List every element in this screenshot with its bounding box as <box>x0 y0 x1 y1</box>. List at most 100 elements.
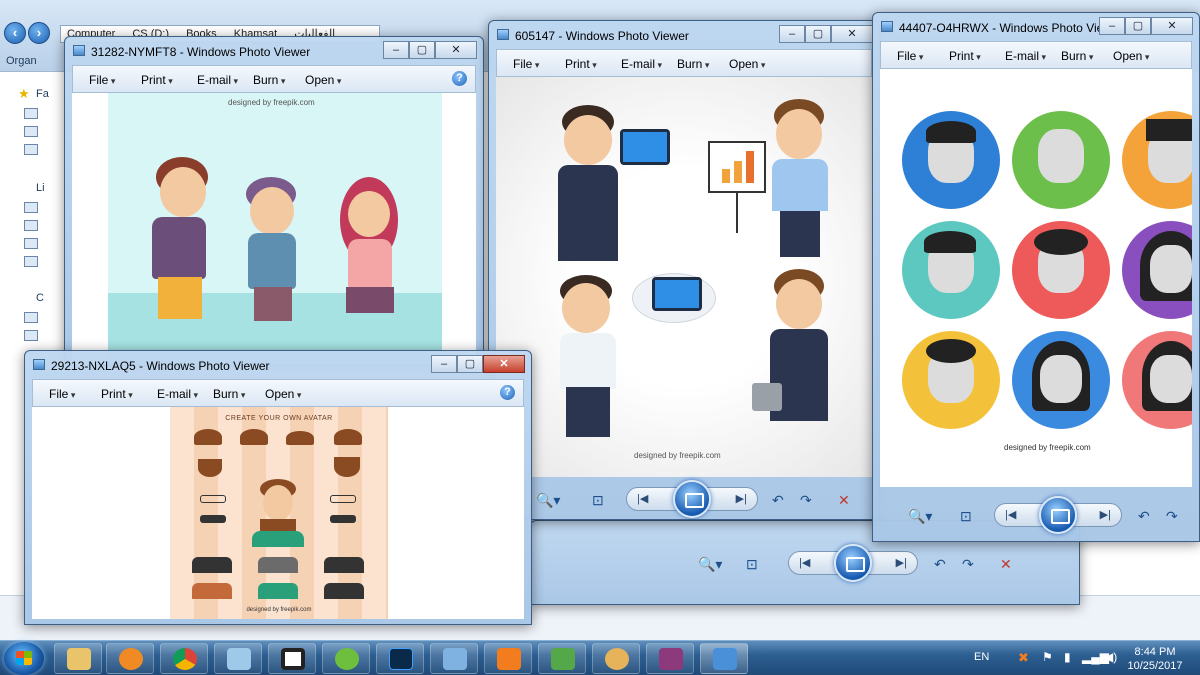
help-icon[interactable]: ? <box>452 71 467 86</box>
board-stand <box>736 193 738 233</box>
delete-icon[interactable]: ✕ <box>1000 556 1012 573</box>
previous-icon[interactable]: |◀ <box>799 556 810 569</box>
menu-open[interactable]: Open <box>729 57 765 71</box>
slideshow-button[interactable] <box>1039 496 1077 534</box>
title-bar[interactable]: 29213-NXLAQ5 - Windows Photo Viewer – ▢ … <box>25 351 531 379</box>
maximize-button[interactable]: ▢ <box>457 355 483 373</box>
help-icon[interactable]: ? <box>500 385 515 400</box>
language-indicator[interactable]: EN <box>974 651 989 663</box>
slideshow-button[interactable] <box>673 480 711 518</box>
menu-print[interactable]: Print <box>141 73 173 87</box>
close-button[interactable]: ✕ <box>1151 17 1193 35</box>
start-button[interactable] <box>4 642 44 675</box>
menu-print[interactable]: Print <box>565 57 597 71</box>
taskbar-paint-button[interactable] <box>592 643 640 674</box>
next-icon[interactable]: ▶| <box>1100 508 1111 521</box>
menu-print[interactable]: Print <box>101 387 133 401</box>
delete-icon[interactable]: ✕ <box>838 492 850 509</box>
taskbar-explorer-button[interactable] <box>54 643 102 674</box>
slideshow-button[interactable] <box>834 544 872 582</box>
maximize-button[interactable]: ▢ <box>1125 17 1151 35</box>
xampp-tray-icon[interactable]: ✖ <box>1018 650 1029 666</box>
trousers <box>566 387 610 437</box>
clock-date: 10/25/2017 <box>1127 660 1183 672</box>
menu-email[interactable]: E-mail <box>197 73 238 87</box>
taskbar-photo-viewer-button[interactable] <box>700 643 748 674</box>
zoom-icon[interactable]: 🔍▾ <box>908 508 932 525</box>
menu-burn[interactable]: Burn <box>677 57 709 71</box>
menu-file[interactable]: File <box>89 73 115 87</box>
nav-item-favorites[interactable]: Fa <box>36 88 49 100</box>
minimize-button[interactable]: – <box>1099 17 1125 35</box>
nav-item-computer[interactable]: C <box>36 292 44 304</box>
rotate-cw-icon[interactable]: ↷ <box>1166 508 1178 525</box>
taskbar-uc-browser-button[interactable] <box>322 643 370 674</box>
taskbar-xampp-button[interactable] <box>484 643 532 674</box>
battery-icon[interactable]: ▮ <box>1064 650 1071 664</box>
fit-window-icon[interactable]: ⊡ <box>592 492 604 509</box>
maximize-button[interactable]: ▢ <box>409 41 435 59</box>
taskbar-chrome-button[interactable] <box>160 643 208 674</box>
taskbar-winrar-button[interactable] <box>646 643 694 674</box>
minimize-button[interactable]: – <box>431 355 457 373</box>
menu-burn[interactable]: Burn <box>1061 49 1093 63</box>
minimize-button[interactable]: – <box>383 41 409 59</box>
title-bar[interactable]: 44407-O4HRWX - Windows Photo Viewer – ▢ … <box>873 13 1199 41</box>
title-bar[interactable]: 605147 - Windows Photo Viewer – ▢ ✕ <box>489 21 879 49</box>
next-icon[interactable]: ▶| <box>896 556 907 569</box>
menu-bar: File Print E-mail Burn Open <box>496 49 872 77</box>
fit-window-icon[interactable]: ⊡ <box>960 508 972 525</box>
face <box>160 167 206 217</box>
menu-open[interactable]: Open <box>305 73 341 87</box>
organize-menu[interactable]: Organ <box>6 55 37 67</box>
zoom-icon[interactable]: 🔍▾ <box>536 492 560 509</box>
taskbar-notepad-button[interactable] <box>214 643 262 674</box>
avatar-circle <box>1012 331 1110 429</box>
menu-open[interactable]: Open <box>1113 49 1149 63</box>
menu-open[interactable]: Open <box>265 387 301 401</box>
avatar-circle <box>1122 331 1192 429</box>
menu-file[interactable]: File <box>49 387 75 401</box>
forward-button[interactable]: › <box>28 22 50 44</box>
clock[interactable]: 8:44 PM 10/25/2017 <box>1120 645 1190 673</box>
photo-viewer-window-nxlaq5: 29213-NXLAQ5 - Windows Photo Viewer – ▢ … <box>24 350 532 625</box>
taskbar: EN ✖ ⚑ ▮ ▂▄▆ ◀) 8:44 PM 10/25/2017 <box>0 640 1200 675</box>
title-bar[interactable]: 31282-NYMFT8 - Windows Photo Viewer – ▢ … <box>65 37 483 65</box>
menu-print[interactable]: Print <box>949 49 981 63</box>
rotate-cw-icon[interactable]: ↷ <box>800 492 812 509</box>
flag-icon[interactable]: ⚑ <box>1042 650 1053 664</box>
taskbar-photoshop-button[interactable] <box>376 643 424 674</box>
fit-window-icon[interactable]: ⊡ <box>746 556 758 573</box>
maximize-button[interactable]: ▢ <box>805 25 831 43</box>
rotate-ccw-icon[interactable]: ↶ <box>772 492 784 509</box>
back-button[interactable]: ‹ <box>4 22 26 44</box>
taskbar-camtasia-button[interactable] <box>538 643 586 674</box>
menu-email[interactable]: E-mail <box>157 387 198 401</box>
next-icon[interactable]: ▶| <box>736 492 747 505</box>
close-button[interactable]: ✕ <box>435 41 477 59</box>
rotate-ccw-icon[interactable]: ↶ <box>1138 508 1150 525</box>
taskbar-media-player-button[interactable] <box>106 643 154 674</box>
volume-icon[interactable]: ◀) <box>1104 650 1117 664</box>
close-button[interactable]: ✕ <box>831 25 873 43</box>
previous-icon[interactable]: |◀ <box>1005 508 1016 521</box>
rotate-cw-icon[interactable]: ↷ <box>962 556 974 573</box>
zoom-icon[interactable]: 🔍▾ <box>698 556 722 573</box>
menu-email[interactable]: E-mail <box>1005 49 1046 63</box>
menu-file[interactable]: File <box>513 57 539 71</box>
menu-file[interactable]: File <box>897 49 923 63</box>
taskbar-app-button[interactable] <box>268 643 316 674</box>
taskbar-virtualbox-button[interactable] <box>430 643 478 674</box>
nav-item-libraries[interactable]: Li <box>36 182 45 194</box>
menu-burn[interactable]: Burn <box>213 387 245 401</box>
previous-icon[interactable]: |◀ <box>637 492 648 505</box>
face <box>562 283 610 333</box>
menu-email[interactable]: E-mail <box>621 57 662 71</box>
avatar-circle <box>902 221 1000 319</box>
close-button[interactable]: ✕ <box>483 355 525 373</box>
rotate-ccw-icon[interactable]: ↶ <box>934 556 946 573</box>
clock-time: 8:44 PM <box>1134 646 1176 658</box>
folder-icon <box>24 144 38 155</box>
menu-burn[interactable]: Burn <box>253 73 285 87</box>
minimize-button[interactable]: – <box>779 25 805 43</box>
